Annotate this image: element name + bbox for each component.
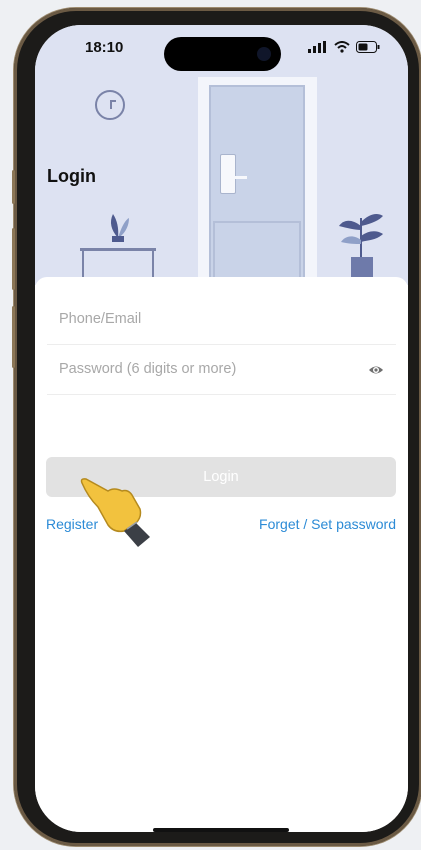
status-time: 18:10	[85, 39, 124, 56]
silent-switch	[12, 170, 15, 204]
table-illustration	[80, 248, 156, 251]
plant-icon	[110, 214, 129, 242]
dynamic-island	[164, 37, 281, 71]
home-indicator[interactable]	[153, 828, 289, 832]
phone-screen: Login 18:10 Login R	[35, 25, 408, 832]
page-title: Login	[47, 166, 96, 186]
wifi-icon	[334, 41, 350, 53]
smart-lock-illustration	[220, 154, 236, 194]
password-input[interactable]	[59, 346, 349, 392]
camera-icon	[257, 47, 271, 61]
door-panel	[213, 221, 301, 285]
eye-icon[interactable]	[368, 362, 384, 378]
pointing-hand-icon	[80, 478, 150, 547]
signal-icon	[308, 41, 326, 53]
login-form: Login Register Forget / Set password	[35, 277, 408, 832]
volume-up-button	[12, 228, 15, 290]
battery-icon	[356, 41, 380, 53]
status-icons	[308, 41, 380, 53]
password-field	[47, 346, 396, 395]
clock-icon	[95, 90, 125, 120]
phone-email-field	[47, 296, 396, 345]
phone-email-input[interactable]	[59, 296, 349, 342]
volume-down-button	[12, 306, 15, 368]
potted-plant-icon	[339, 214, 383, 258]
door-handle	[231, 176, 247, 179]
forget-password-link[interactable]: Forget / Set password	[259, 516, 396, 532]
